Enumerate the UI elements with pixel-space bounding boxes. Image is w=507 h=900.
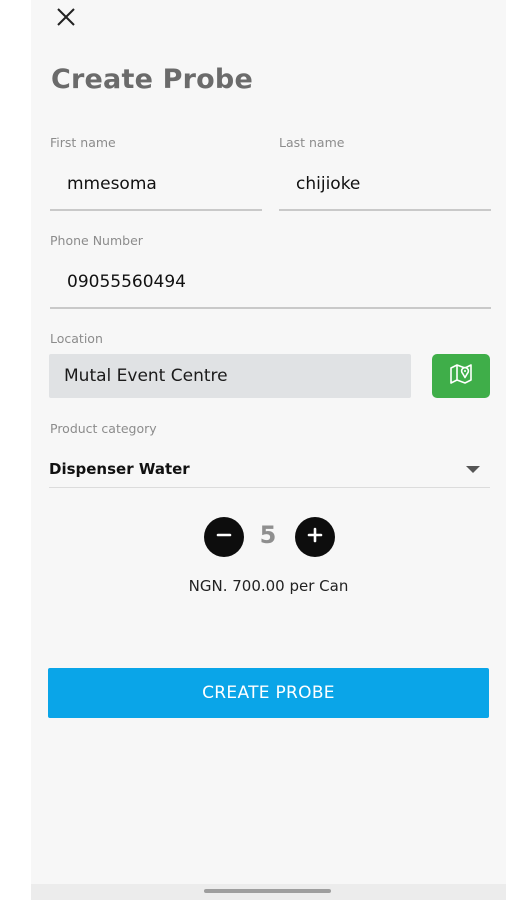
product-category-select[interactable]: Dispenser Water <box>49 452 490 488</box>
page-title: Create Probe <box>51 64 253 95</box>
quantity-value: 5 <box>259 521 277 549</box>
create-probe-button[interactable]: CREATE PROBE <box>48 668 489 718</box>
decrement-button[interactable] <box>204 517 244 557</box>
chevron-down-icon <box>466 466 480 473</box>
plus-icon <box>306 526 324 548</box>
home-indicator[interactable] <box>204 889 331 893</box>
last-name-input[interactable]: chijioke <box>296 174 360 194</box>
map-button[interactable] <box>432 354 490 398</box>
location-input[interactable]: Mutal Event Centre <box>49 354 411 398</box>
phone-number-label: Phone Number <box>50 233 143 248</box>
create-probe-screen: Create Probe First name mmesoma Last nam… <box>31 0 506 900</box>
phone-number-input[interactable]: 09055560494 <box>67 272 186 292</box>
first-name-underline <box>50 209 262 211</box>
product-category-label: Product category <box>50 421 157 436</box>
close-icon[interactable] <box>55 6 77 28</box>
first-name-input[interactable]: mmesoma <box>67 174 157 194</box>
location-value: Mutal Event Centre <box>64 366 228 386</box>
phone-number-underline <box>50 307 491 309</box>
system-nav-bar <box>31 884 506 900</box>
last-name-underline <box>279 209 491 211</box>
map-pin-icon <box>449 363 473 389</box>
price-per-unit: NGN. 700.00 per Can <box>188 577 349 595</box>
location-label: Location <box>50 331 103 346</box>
increment-button[interactable] <box>295 517 335 557</box>
minus-icon <box>215 526 233 548</box>
product-category-value: Dispenser Water <box>49 460 190 478</box>
first-name-label: First name <box>50 135 116 150</box>
last-name-label: Last name <box>279 135 345 150</box>
